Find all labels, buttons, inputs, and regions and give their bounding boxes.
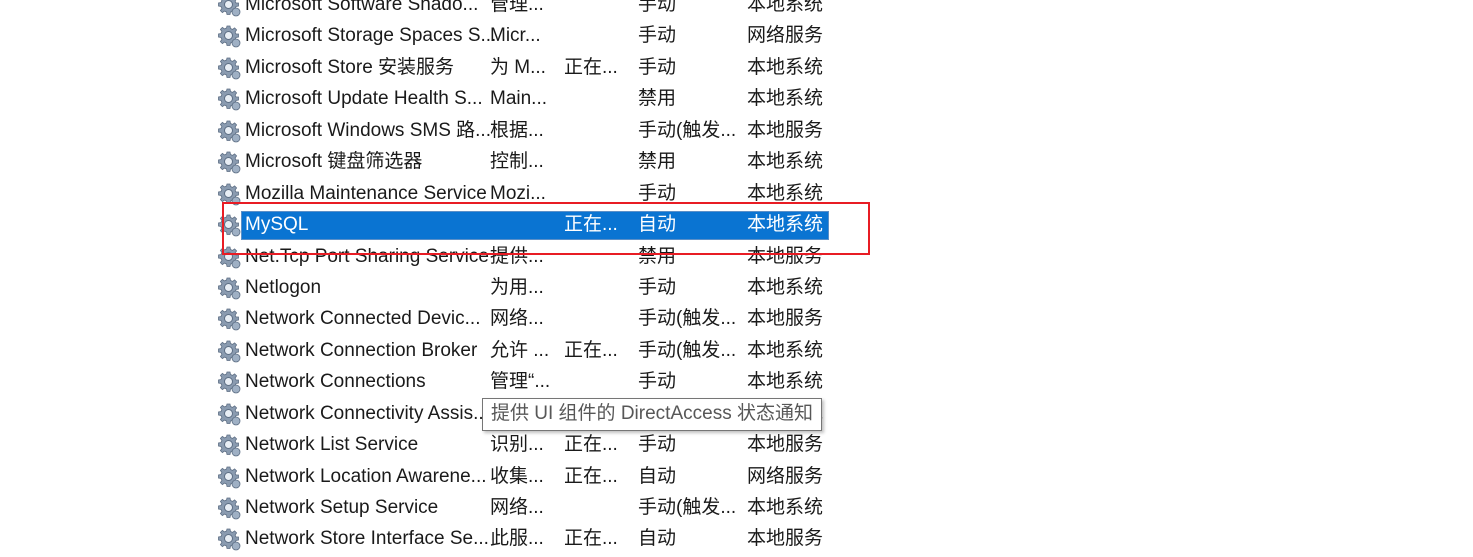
service-logon: 本地服务 — [747, 119, 824, 141]
service-desc: 为用... — [490, 276, 544, 298]
service-startup: 手动(触发... — [638, 119, 737, 141]
service-row[interactable]: Microsoft Windows SMS 路... 根据... 手动(触发... 本… — [0, 115, 1473, 146]
service-logon: 本地系统 — [747, 497, 824, 518]
gear-icon — [217, 339, 241, 363]
service-desc: 网络... — [490, 308, 544, 330]
service-name: Network Setup Service — [245, 497, 439, 518]
gear-icon — [217, 307, 241, 331]
service-logon: 本地系统 — [747, 56, 824, 78]
service-name: Netlogon — [245, 276, 322, 298]
service-desc: 识别... — [490, 434, 544, 456]
service-status: 正在... — [564, 465, 618, 487]
service-row[interactable]: Microsoft 键盘筛选器 控制... 禁用 本地系统 — [0, 146, 1473, 177]
service-logon: 本地服务 — [747, 528, 824, 550]
service-desc: 收集... — [490, 465, 544, 487]
service-logon: 本地系统 — [747, 371, 824, 393]
gear-icon — [217, 370, 241, 394]
gear-icon — [217, 433, 241, 457]
service-desc: 控制... — [490, 151, 544, 173]
service-logon: 本地系统 — [747, 339, 824, 361]
services-list: Microsoft Software Shado... 管理... 手动 本地系统 Mi… — [0, 0, 1473, 555]
gear-icon — [217, 402, 241, 426]
service-row[interactable]: Network Connections 管理“... 手动 本地系统 — [0, 366, 1473, 397]
service-desc: Main... — [490, 88, 548, 110]
service-desc: 此服... — [490, 528, 544, 550]
gear-icon — [217, 527, 241, 551]
service-name: Microsoft Update Health S... — [245, 88, 483, 110]
service-row[interactable]: Microsoft Store 安装服务 为 M... 正在... 手动 本地系统 — [0, 52, 1473, 83]
service-name: Microsoft Software Shado... — [245, 0, 479, 15]
service-logon: 本地系统 — [747, 276, 824, 298]
service-startup: 自动 — [638, 465, 677, 487]
service-name: Microsoft 键盘筛选器 — [245, 151, 423, 173]
service-row[interactable]: Network Location Awarene... 收集... 正在... 自动 网… — [0, 461, 1473, 492]
service-name: Network List Service — [245, 434, 419, 456]
service-startup: 手动(触发... — [638, 339, 737, 361]
service-status: 正在... — [564, 56, 618, 78]
service-name: Microsoft Store 安装服务 — [245, 56, 455, 78]
service-startup: 手动(触发... — [638, 497, 737, 518]
service-logon: 网络服务 — [747, 465, 824, 487]
service-row[interactable]: Network Connected Devic... 网络... 手动(触发... 本… — [0, 303, 1473, 334]
service-desc: 管理... — [490, 0, 544, 15]
service-name: Network Connections — [245, 371, 426, 393]
service-row[interactable]: Netlogon 为用... 手动 本地系统 — [0, 272, 1473, 303]
service-startup: 手动 — [638, 371, 677, 393]
gear-icon — [217, 87, 241, 111]
service-row[interactable]: Network Store Interface Se... 此服... 正在... 自… — [0, 523, 1473, 554]
service-logon: 本地系统 — [747, 88, 824, 110]
service-logon: 网络服务 — [747, 25, 824, 47]
service-name: Network Location Awarene... — [245, 465, 487, 487]
service-desc: 管理“... — [490, 371, 551, 393]
gear-icon — [217, 496, 241, 520]
gear-icon — [217, 24, 241, 48]
service-desc: 为 M... — [490, 56, 546, 78]
service-logon: 本地服务 — [747, 434, 824, 456]
service-desc: 根据... — [490, 119, 544, 141]
service-name: Microsoft Windows SMS 路... — [245, 119, 491, 141]
service-logon: 本地系统 — [747, 151, 824, 173]
gear-icon — [217, 276, 241, 300]
highlight-box — [222, 202, 870, 255]
service-name: Network Connected Devic... — [245, 308, 481, 330]
service-row[interactable]: Microsoft Storage Spaces S... Micr... 手动 网络… — [0, 20, 1473, 51]
gear-icon — [217, 150, 241, 174]
service-startup: 自动 — [638, 528, 677, 550]
service-startup: 手动(触发... — [638, 308, 737, 330]
service-startup: 手动 — [638, 434, 677, 456]
service-row[interactable]: Microsoft Software Shado... 管理... 手动 本地系统 — [0, 0, 1473, 20]
service-startup: 禁用 — [638, 88, 677, 110]
service-row[interactable]: Microsoft Update Health S... Main... 禁用 本地系… — [0, 83, 1473, 114]
service-logon: 本地服务 — [747, 308, 824, 330]
service-status: 正在... — [564, 434, 618, 456]
service-desc: 网络... — [490, 497, 544, 518]
gear-icon — [217, 465, 241, 489]
service-status: 正在... — [564, 528, 618, 550]
gear-icon — [217, 56, 241, 80]
service-startup: 手动 — [638, 25, 677, 47]
service-startup: 手动 — [638, 0, 677, 15]
service-row[interactable]: Network Setup Service 网络... 手动(触发... 本地系统 — [0, 492, 1473, 523]
service-logon: 本地系统 — [747, 0, 824, 15]
service-row[interactable]: Network List Service 识别... 正在... 手动 本地服务 — [0, 429, 1473, 460]
service-startup: 禁用 — [638, 151, 677, 173]
service-status: 正在... — [564, 339, 618, 361]
service-desc: 允许 ... — [490, 339, 550, 361]
service-name: Network Connection Broker — [245, 339, 478, 361]
service-name: Network Store Interface Se... — [245, 528, 489, 550]
gear-icon — [217, 0, 241, 17]
service-desc: Micr... — [490, 25, 541, 47]
service-startup: 手动 — [638, 276, 677, 298]
service-name: Microsoft Storage Spaces S... — [245, 25, 497, 47]
service-row[interactable]: Network Connection Broker 允许 ... 正在... 手动(触… — [0, 335, 1473, 366]
service-name: Network Connectivity Assis... — [245, 402, 489, 424]
tooltip: 提供 UI 组件的 DirectAccess 状态通知 — [482, 398, 822, 431]
gear-icon — [217, 119, 241, 143]
service-startup: 手动 — [638, 56, 677, 78]
